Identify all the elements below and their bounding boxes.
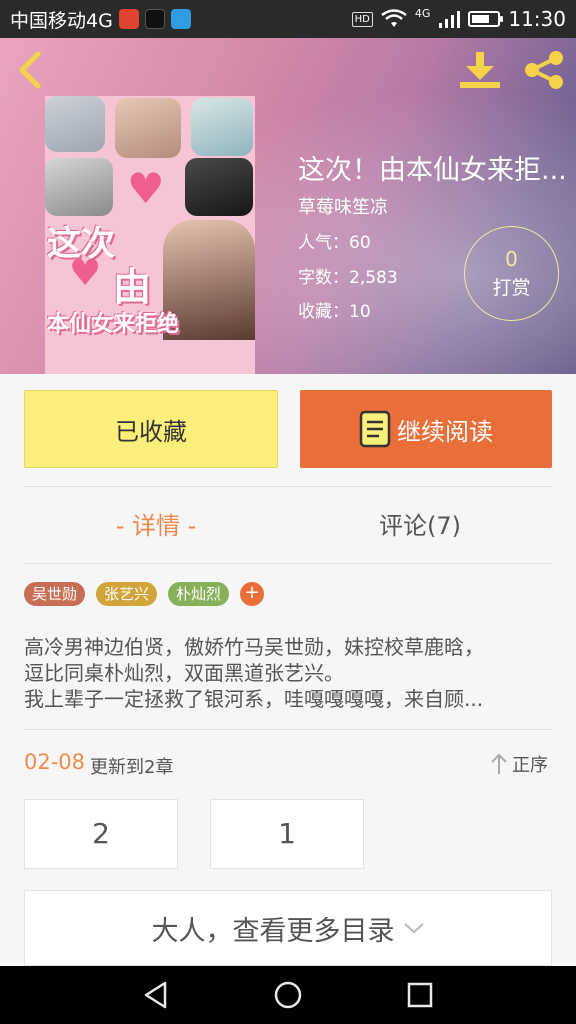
book-cover[interactable]: ♥ ♥ 这次 由 本仙女来拒绝 [45,96,255,374]
triangle-back-icon [144,981,167,1009]
system-nav-bar [0,966,576,1024]
arrow-up-icon [491,753,507,774]
book-icon [359,410,391,448]
chapter-item[interactable]: 2 [24,799,178,869]
cover-photo [115,98,181,158]
continue-reading-button[interactable]: 继续阅读 [300,390,552,468]
words-label: 字数： [298,268,349,288]
synopsis-line: 逗比同桌朴灿烈，双面黑道张艺兴。 [24,661,344,685]
reward-count: 0 [505,247,518,271]
more-catalog-label: 大人，查看更多目录 [151,915,395,947]
reward-label: 打赏 [492,277,531,299]
sort-order-label: 正序 [512,755,548,776]
cover-photo [185,158,253,216]
cover-text: 这次 [47,224,115,264]
chevron-left-icon [19,51,41,89]
tag-item[interactable]: 张艺兴 [96,582,158,606]
synopsis-line: 高冷男神边伯贤，傲娇竹马吴世勋，妹控校草鹿晗， [24,635,484,659]
heart-icon: ♥ [127,164,165,213]
add-tag-button[interactable]: + [240,582,264,606]
network-type: 4G [414,7,431,20]
divider [24,729,552,730]
download-button[interactable] [458,50,502,90]
divider [24,563,552,564]
cover-text: 由 [113,264,152,309]
tag-item[interactable]: 朴灿烈 [168,582,230,606]
more-catalog-button[interactable]: 大人，查看更多目录 [24,890,552,966]
weibo-icon [118,9,139,29]
tab-comments[interactable]: 评论(7) [288,500,552,552]
share-icon [525,51,563,89]
nav-recents-button[interactable] [400,975,440,1015]
signal-icon [439,11,461,28]
popularity-stat: 人气：60 [298,228,371,253]
cover-text: 本仙女来拒绝 [47,311,180,337]
carrier-text: 中国移动4G [10,9,113,32]
hd-icon: HD [351,11,373,27]
favorites-stat: 收藏：10 [298,297,371,322]
share-button[interactable] [522,48,566,92]
status-bar: 中国移动4G HD 4G 11:30 [0,0,576,38]
book-title: 这次！由本仙女来拒... [298,155,567,186]
continue-reading-label: 继续阅读 [397,417,493,446]
synopsis-line: 我上辈子一定拯救了银河系，哇嘎嘎嘎嘎，来自顾... [24,687,484,711]
tiktok-icon [144,9,165,29]
cover-photo [191,98,253,156]
favorites-label: 收藏： [298,302,349,322]
message-icon [170,9,191,29]
collected-label: 已收藏 [115,417,187,446]
cover-photo [45,158,113,216]
square-recents-icon [407,982,433,1008]
nav-home-button[interactable] [268,975,308,1015]
tab-detail[interactable]: - 详情 - [24,500,288,552]
nav-back-button[interactable] [136,975,176,1015]
cover-photo [45,96,105,152]
wifi-icon [381,9,407,27]
book-author[interactable]: 草莓味笙凉 [298,193,388,219]
download-icon [460,52,500,88]
reward-button[interactable]: 0 打赏 [464,226,559,321]
words-value: 2,583 [349,268,398,288]
back-button[interactable] [12,50,48,90]
book-header: ♥ ♥ 这次 由 本仙女来拒绝 这次！由本仙女来拒... 草莓味笙凉 人气：60… [0,38,576,374]
synopsis[interactable]: 高冷男神边伯贤，傲娇竹马吴世勋，妹控校草鹿晗， 逗比同桌朴灿烈，双面黑道张艺兴。… [24,634,552,712]
favorites-value: 10 [349,302,371,322]
chapter-item[interactable]: 1 [210,799,364,869]
circle-home-icon [274,981,302,1009]
battery-icon [468,11,504,27]
tag-item[interactable]: 吴世勋 [24,582,86,606]
popularity-label: 人气： [298,233,349,253]
update-text: 更新到2章 [90,757,174,778]
divider [24,486,552,487]
popularity-value: 60 [349,233,371,253]
collected-button[interactable]: 已收藏 [24,390,278,468]
word-count-stat: 字数：2,583 [298,263,398,288]
chevron-down-icon [403,923,424,934]
sort-order-button[interactable]: 正序 [490,750,548,778]
clock-text: 11:30 [508,7,566,31]
update-date: 02-08 [24,750,86,774]
